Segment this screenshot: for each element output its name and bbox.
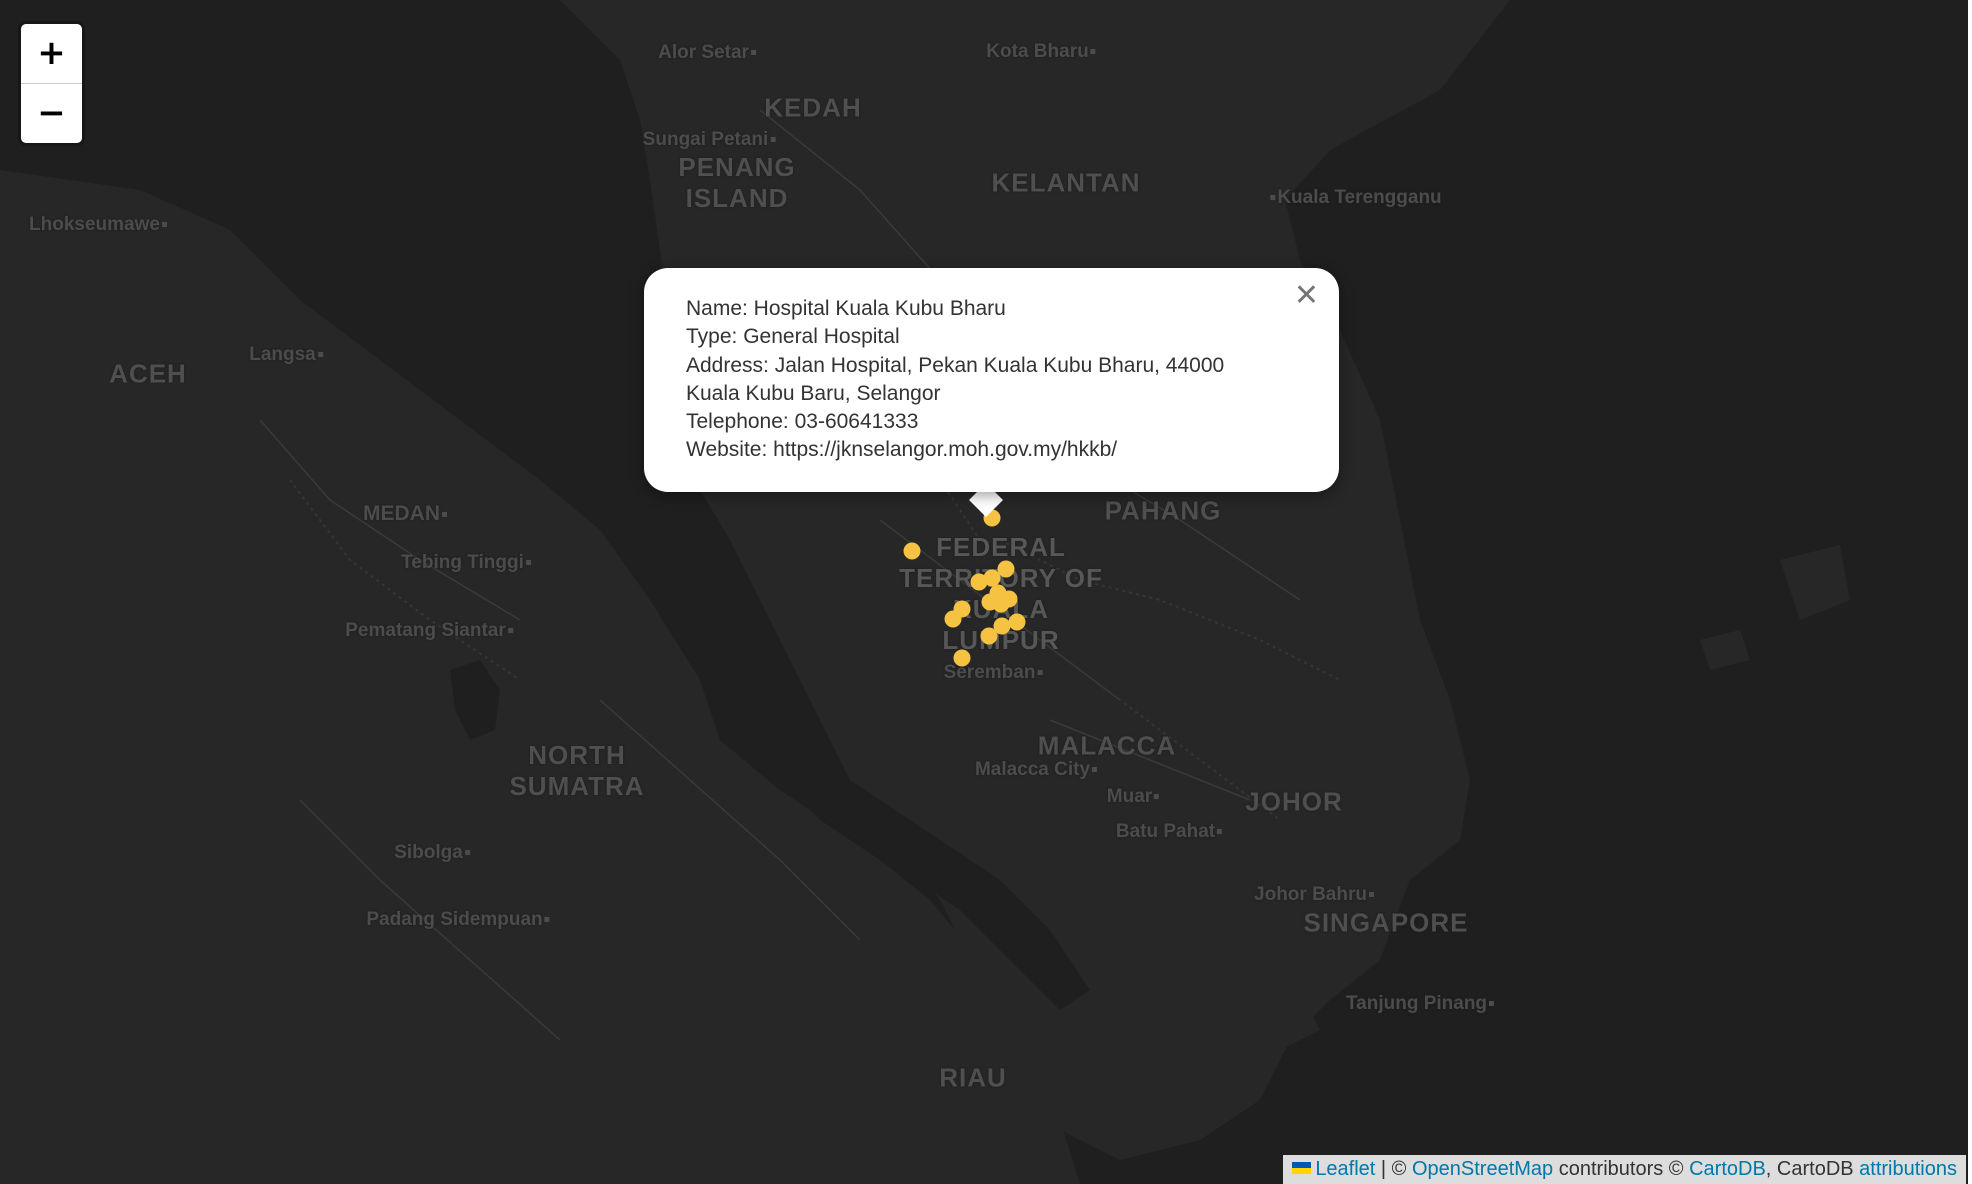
city-name: Kota Bharu [986,41,1089,62]
hospital-popup: ✕ Name: Hospital Kuala Kubu Bharu Type: … [644,268,1339,492]
city-label: Kota Bharu [986,41,1096,63]
city-name: Tebing Tinggi [401,552,524,573]
city-dot [1489,1001,1495,1007]
map-canvas[interactable]: KEDAH PENANG ISLAND KELANTAN ACEH PAHANG… [0,0,1970,1184]
city-label: Kuala Terengganu [1270,187,1442,209]
region-label: NORTH SUMATRA [509,740,645,801]
city-dot [1090,49,1096,55]
region-label: PAHANG [1104,495,1222,526]
region-label: KEDAH [764,92,862,123]
city-label: Lhokseumawe [29,214,167,236]
attributions-link[interactable]: attributions [1859,1158,1957,1180]
city-label: Padang Sidempuan [366,909,550,931]
city-label: Johor Bahru [1254,884,1374,906]
zoom-out-button[interactable]: − [21,83,82,143]
attribution-contributors: contributors © [1553,1158,1690,1180]
city-label: Malacca City [974,759,1098,781]
city-name: Malacca City [974,759,1091,780]
city-name: Langsa [249,344,316,365]
hospital-marker[interactable] [980,627,998,645]
city-dot [507,628,513,634]
popup-type: Type: General Hospital [686,325,900,349]
region-label: PENANG ISLAND [678,152,796,213]
city-dot [1037,670,1043,676]
city-name: Muar [1106,786,1153,807]
city-dot [770,137,776,143]
attribution-separator: | © [1375,1158,1412,1180]
city-dot [1270,195,1276,201]
city-name: Johor Bahru [1254,884,1367,905]
city-label: Tebing Tinggi [401,552,531,574]
popup-address-line1: Address: Jalan Hospital, Pekan Kuala Kub… [686,353,1225,377]
city-label: Pematang Siantar [345,620,513,642]
city-name: Padang Sidempuan [366,909,543,930]
zoom-in-button[interactable]: + [21,24,82,83]
city-dot [464,850,470,856]
city-name: Kuala Terengganu [1277,187,1442,208]
hospital-marker[interactable] [953,649,971,667]
city-dot [1154,794,1160,800]
popup-close-button[interactable]: ✕ [1294,278,1319,314]
popup-content: Name: Hospital Kuala Kubu Bharu Type: Ge… [686,295,1286,465]
city-dot [442,511,447,517]
city-label: Batu Pahat [1115,821,1223,843]
city-dot [544,917,550,923]
ukraine-flag-icon [1292,1161,1312,1174]
region-label: MALACCA [1037,730,1177,761]
cartodb-link[interactable]: CartoDB [1689,1158,1766,1180]
city-dot [1092,767,1098,773]
city-dot [525,560,531,566]
city-label: MEDAN [363,502,447,526]
city-name: Alor Setar [658,42,749,63]
hospital-marker[interactable] [992,595,1010,613]
city-name: Pematang Siantar [345,620,506,641]
city-dot [1368,892,1374,898]
city-label: Tanjung Pinang [1345,993,1495,1015]
zoom-control: + − [21,24,82,143]
popup-website: Website: https://jknselangor.moh.gov.my/… [686,438,1118,462]
city-dot [317,352,323,358]
city-label: Sungai Petani [643,129,776,151]
map-attribution: Leaflet | © OpenStreetMap contributors ©… [1283,1155,1966,1184]
city-name: Batu Pahat [1115,821,1216,842]
region-label: ACEH [109,358,187,389]
city-name: Lhokseumawe [29,214,160,235]
hospital-marker[interactable] [903,542,921,560]
popup-telephone: Telephone: 03-60641333 [686,410,919,434]
popup-name: Name: Hospital Kuala Kubu Bharu [686,297,1006,320]
leaflet-link[interactable]: Leaflet [1315,1158,1375,1180]
hospital-marker[interactable] [944,610,962,628]
region-label: RIAU [939,1062,1007,1093]
city-name: Sungai Petani [642,129,769,150]
city-label: Langsa [249,344,323,366]
region-label: SINGAPORE [1303,907,1469,938]
city-label: Alor Setar [658,42,756,64]
region-label: JOHOR [1245,786,1343,817]
hospital-marker[interactable] [1008,613,1026,631]
city-name: Sibolga [394,842,463,863]
city-name: MEDAN [363,502,440,525]
city-label: Muar [1106,786,1160,808]
city-name: Tanjung Pinang [1345,993,1488,1014]
popup-address-line2: Kuala Kubu Baru, Selangor [686,381,941,405]
city-dot [750,50,756,56]
city-dot [1217,829,1223,835]
city-dot [161,222,167,228]
attribution-separator: , CartoDB [1765,1158,1860,1180]
region-label: KELANTAN [991,167,1141,198]
city-label: Sibolga [394,842,470,864]
openstreetmap-link[interactable]: OpenStreetMap [1412,1158,1553,1180]
